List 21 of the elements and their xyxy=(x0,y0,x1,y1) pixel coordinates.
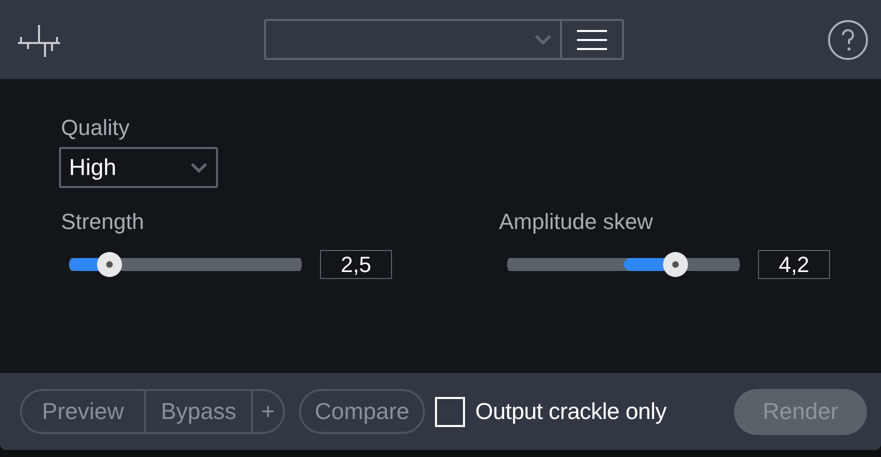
slider-label: Amplitude skew xyxy=(499,211,654,233)
slider-label: Strength xyxy=(61,211,146,233)
compare-button[interactable]: Compare xyxy=(298,389,426,434)
quality-label: Quality xyxy=(61,117,130,139)
chevron-down-icon xyxy=(190,162,208,174)
slider-thumb[interactable] xyxy=(662,252,688,277)
chevron-down-icon xyxy=(534,34,552,46)
value-field[interactable]: 2,5 xyxy=(320,250,392,279)
checkbox[interactable] xyxy=(435,396,466,426)
preset-field[interactable] xyxy=(264,19,624,60)
logo-icon xyxy=(18,22,60,56)
add-button[interactable]: + xyxy=(253,391,283,432)
slider-thumb[interactable] xyxy=(96,252,122,277)
help-button[interactable] xyxy=(828,20,868,60)
menu-icon xyxy=(577,28,607,50)
bypass-button[interactable]: Bypass xyxy=(146,391,254,432)
checkbox-label: Output crackle only xyxy=(475,397,666,426)
preview-button[interactable]: Preview xyxy=(22,391,146,432)
value-field[interactable]: 4,2 xyxy=(758,250,830,279)
help-icon xyxy=(841,28,855,50)
quality-dropdown[interactable]: High xyxy=(59,147,218,188)
